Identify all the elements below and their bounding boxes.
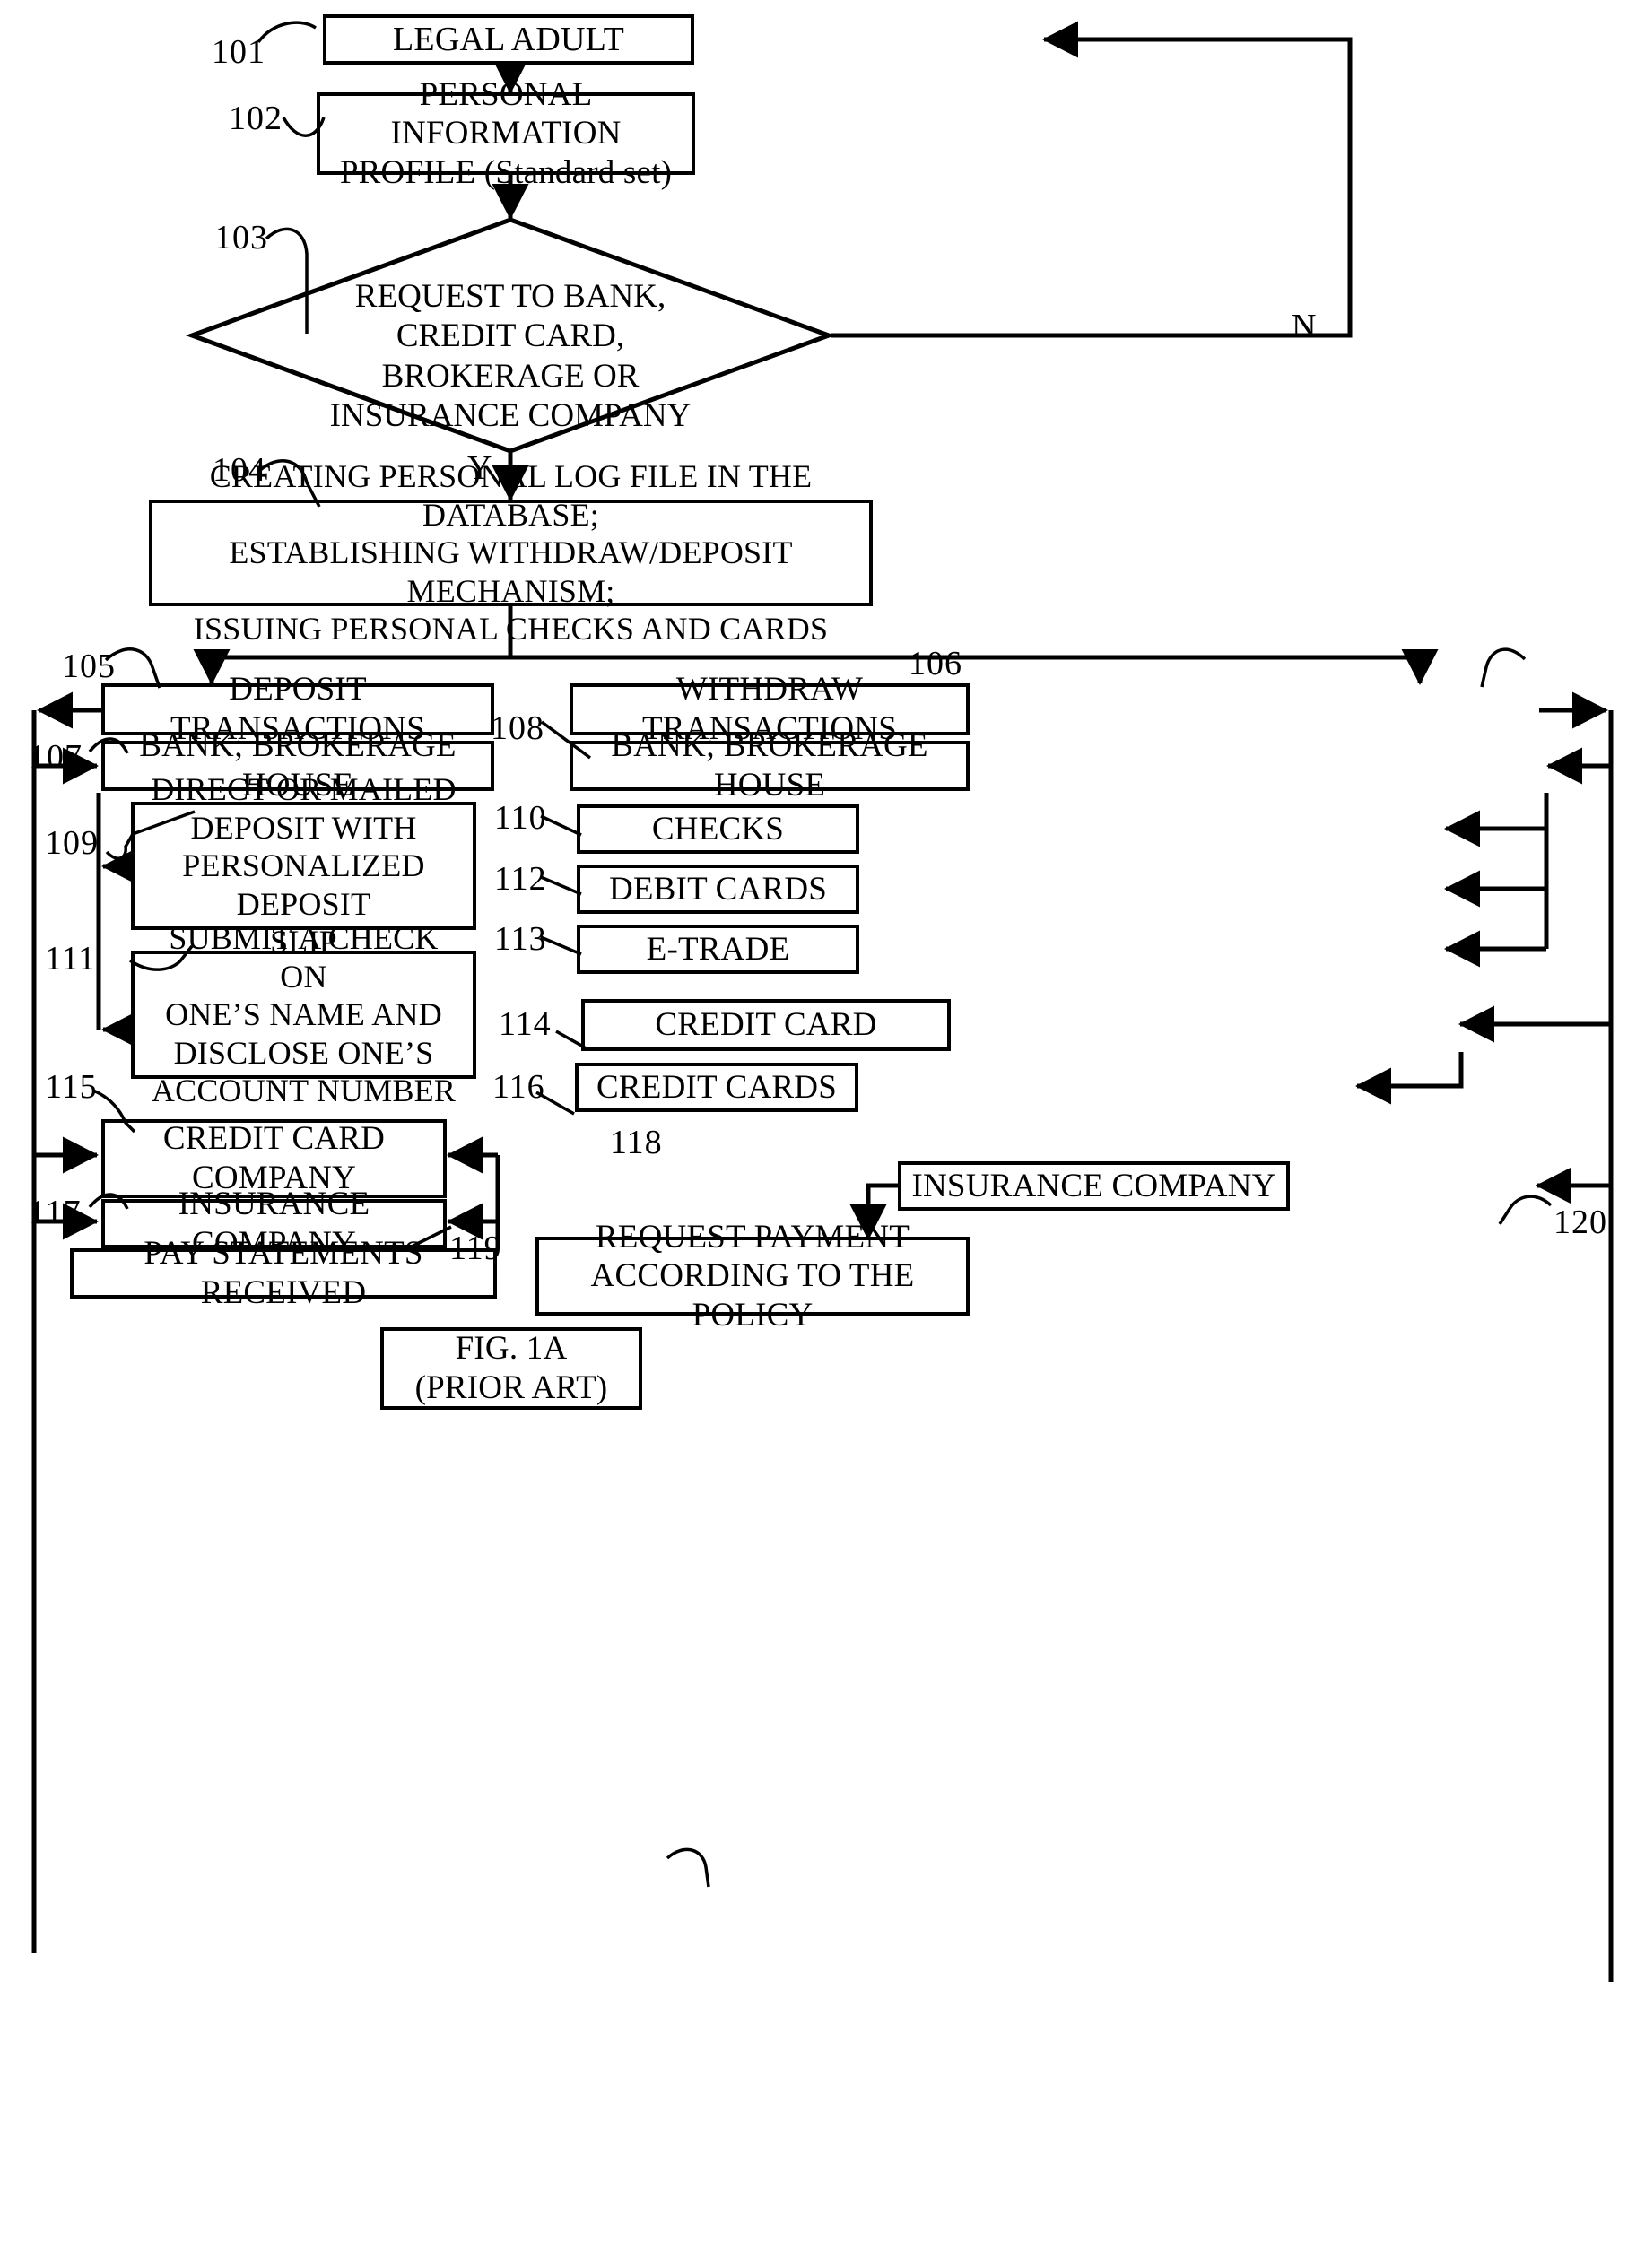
node-103-label: REQUEST TO BANK, CREDIT CARD, BROKERAGE … xyxy=(190,277,831,437)
node-104-label-line-1: CREATING PERSONAL LOG FILE IN THE DATABA… xyxy=(209,458,813,533)
ref-number-111: 111 xyxy=(45,940,97,978)
node-110-checks: CHECKS xyxy=(577,804,859,854)
leader-118 xyxy=(666,1847,710,1888)
ref-number-103: 103 xyxy=(214,219,268,256)
node-103-label-line-4: INSURANCE COMPANY xyxy=(329,397,692,435)
node-111-label-line-1: SUBMIT A CHECK ON xyxy=(169,920,439,995)
ref-number-112: 112 xyxy=(494,860,547,898)
node-114-label: CREDIT CARD xyxy=(655,1006,877,1044)
ref-number-120: 120 xyxy=(1554,1204,1607,1241)
node-120-label-line-1: REQUEST PAYMENT xyxy=(595,1218,910,1256)
node-108-label: BANK; BROKERAGE HOUSE xyxy=(611,727,928,804)
node-116-label: CREDIT CARDS xyxy=(596,1068,837,1106)
node-111-submit-a-check: SUBMIT A CHECK ON ONE’S NAME AND DISCLOS… xyxy=(131,920,476,1108)
leader-106 xyxy=(1480,647,1527,688)
node-111-label-line-2: ONE’S NAME AND xyxy=(165,996,442,1033)
node-111-label-line-4: ACCOUNT NUMBER xyxy=(151,1073,457,1109)
branch-label-no: N xyxy=(1292,308,1317,345)
ref-number-108: 108 xyxy=(491,709,544,747)
leader-112 xyxy=(540,875,582,896)
leader-101 xyxy=(257,21,317,44)
node-108-bank-brokerage-house-withdraw: BANK; BROKERAGE HOUSE xyxy=(570,727,970,804)
ref-number-104: 104 xyxy=(213,451,266,489)
node-109-direct-or-mailed-deposit: DIRECT OR MAILED DEPOSIT WITH PERSONALIZ… xyxy=(131,771,476,960)
ref-number-116: 116 xyxy=(492,1068,545,1106)
node-104-label-line-3: ISSUING PERSONAL CHECKS AND CARDS xyxy=(193,611,829,647)
node-113-e-trade: E-TRADE xyxy=(577,925,859,974)
ref-number-102: 102 xyxy=(229,100,283,137)
ref-number-113: 113 xyxy=(494,920,547,958)
figure-caption-box: FIG. 1A (PRIOR ART) xyxy=(380,1327,642,1410)
node-109-label-line-1: DIRECT OR MAILED xyxy=(151,771,457,808)
node-118-label: INSURANCE COMPANY xyxy=(911,1167,1276,1204)
node-109-label-line-2: DEPOSIT WITH xyxy=(190,809,417,846)
node-116-credit-cards: CREDIT CARDS xyxy=(575,1063,858,1112)
node-113-label: E-TRADE xyxy=(646,930,790,968)
ref-number-110: 110 xyxy=(494,799,547,837)
ref-number-119: 119 xyxy=(449,1230,502,1267)
node-120-request-payment: REQUEST PAYMENT ACCORDING TO THE POLICY xyxy=(535,1219,970,1334)
leader-120 xyxy=(1498,1195,1553,1225)
node-102-personal-information-profile: PERSONAL INFORMATION PROFILE (Standard s… xyxy=(317,76,695,191)
node-110-label: CHECKS xyxy=(651,810,785,847)
node-103-label-line-1: REQUEST TO BANK, xyxy=(354,278,666,315)
patent-figure-page: LEGAL ADULT PERSONAL INFORMATION PROFILE… xyxy=(0,0,1645,2268)
figure-caption-line-1: FIG. 1A xyxy=(455,1330,568,1368)
node-103-label-line-3: BROKERAGE OR xyxy=(381,357,640,395)
node-111-label-line-3: DISCLOSE ONE’S xyxy=(173,1034,434,1071)
edge-103-no-loop-to-101 xyxy=(831,21,1353,338)
node-119-pay-statements-received: PAY STATEMENTS RECEIVED xyxy=(70,1235,497,1311)
node-102-label-line-1: PERSONAL INFORMATION xyxy=(390,75,622,152)
branch-label-yes: Y xyxy=(467,449,492,487)
node-115-label-line-1: CREDIT CARD xyxy=(162,1120,386,1158)
ref-number-105: 105 xyxy=(62,647,116,685)
node-120-label-line-2: ACCORDING TO THE POLICY xyxy=(590,1257,915,1334)
node-101-label: LEGAL ADULT xyxy=(393,20,624,58)
ref-number-118: 118 xyxy=(610,1124,663,1161)
ref-number-107: 107 xyxy=(29,738,83,776)
ref-number-117: 117 xyxy=(29,1194,82,1231)
figure-caption-line-2: (PRIOR ART) xyxy=(414,1369,608,1406)
node-112-label: DEBIT CARDS xyxy=(608,870,828,908)
node-112-debit-cards: DEBIT CARDS xyxy=(577,865,859,914)
node-103-label-line-2: CREDIT CARD, xyxy=(396,317,625,355)
node-104-creating-log-file: CREATING PERSONAL LOG FILE IN THE DATABA… xyxy=(149,458,873,647)
node-104-label-line-2: ESTABLISHING WITHDRAW/DEPOSIT MECHANISM; xyxy=(229,534,793,609)
leader-110 xyxy=(540,814,582,837)
ref-number-115: 115 xyxy=(45,1068,98,1106)
node-114-credit-card: CREDIT CARD xyxy=(581,999,951,1051)
edge-114-to-116 xyxy=(1354,1052,1464,1105)
leader-113 xyxy=(540,935,582,956)
ref-number-106: 106 xyxy=(909,645,962,682)
ref-number-109: 109 xyxy=(45,824,99,862)
node-103-request-decision: REQUEST TO BANK, CREDIT CARD, BROKERAGE … xyxy=(185,217,836,454)
node-109-label-line-3: PERSONALIZED DEPOSIT xyxy=(182,847,425,922)
node-101-legal-adult: LEGAL ADULT xyxy=(323,14,694,65)
node-119-label: PAY STATEMENTS RECEIVED xyxy=(144,1235,423,1311)
node-102-label-line-2: PROFILE (Standard set) xyxy=(339,153,673,191)
ref-number-114: 114 xyxy=(499,1005,552,1043)
ref-number-101: 101 xyxy=(212,33,265,71)
node-118-insurance-company-withdraw: INSURANCE COMPANY xyxy=(898,1161,1290,1211)
